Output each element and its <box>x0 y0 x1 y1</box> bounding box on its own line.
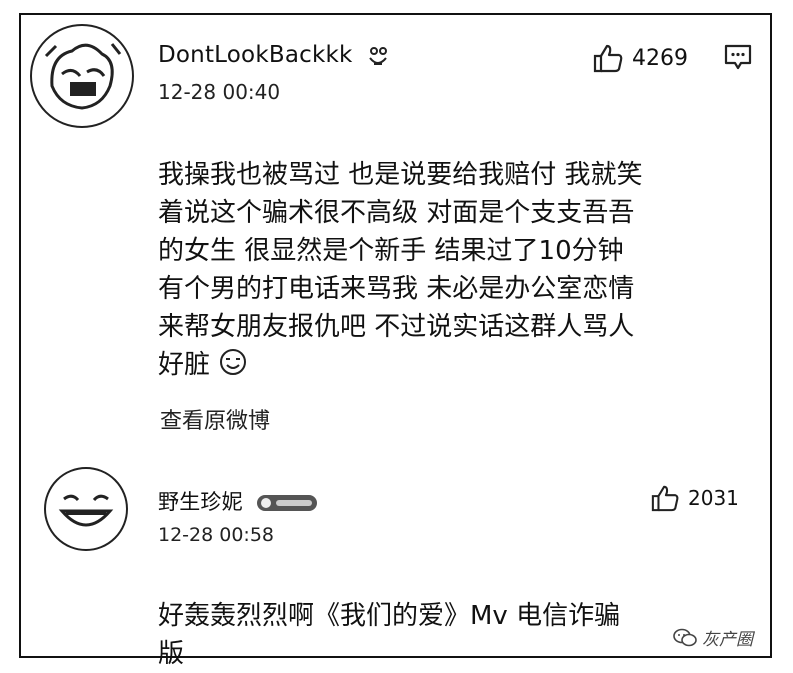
thumbs-up-icon <box>593 44 623 73</box>
username-text: DontLookBackkk <box>158 42 353 68</box>
comment-timestamp: 12-28 00:40 <box>158 80 281 104</box>
wechat-icon <box>673 628 697 646</box>
comment-username[interactable]: DontLookBackkk <box>158 42 390 68</box>
like-button[interactable]: 4269 <box>592 43 688 73</box>
user-badge-icon <box>256 495 317 511</box>
comment-more-button[interactable] <box>724 44 752 70</box>
avatar-drawing-icon <box>58 494 114 527</box>
thumbs-up-icon <box>651 485 679 512</box>
comment-text: 好轰轰烈烈啊《我们的爱》Mv 电信诈骗 版 <box>158 559 748 673</box>
view-original-weibo-link[interactable]: 查看原微博 <box>160 403 270 435</box>
like-count: 2031 <box>688 486 739 510</box>
comment-more-icon <box>724 44 752 70</box>
username-text: 野生珍妮 <box>158 490 243 514</box>
avatar[interactable] <box>30 24 134 128</box>
comment-text: 我操我也被骂过 也是说要给我赔付 我就笑 着说这个骗术很不高级 对面是个支支吾吾… <box>158 118 748 384</box>
avatar[interactable] <box>44 467 128 551</box>
like-count: 4269 <box>632 45 688 71</box>
smile-emoji-icon <box>220 349 247 375</box>
avatar-drawing-icon <box>44 43 122 110</box>
watermark-text: 灰产圈 <box>702 630 753 650</box>
watermark: 灰产圈 <box>672 625 753 650</box>
comment-timestamp: 12-28 00:58 <box>158 524 275 546</box>
like-button[interactable]: 2031 <box>650 484 739 512</box>
comment-username[interactable]: 野生珍妮 <box>158 486 318 516</box>
comment-body: 好轰轰烈烈啊《我们的爱》Mv 电信诈骗 版 <box>158 601 621 669</box>
user-badge-icon <box>369 46 388 65</box>
